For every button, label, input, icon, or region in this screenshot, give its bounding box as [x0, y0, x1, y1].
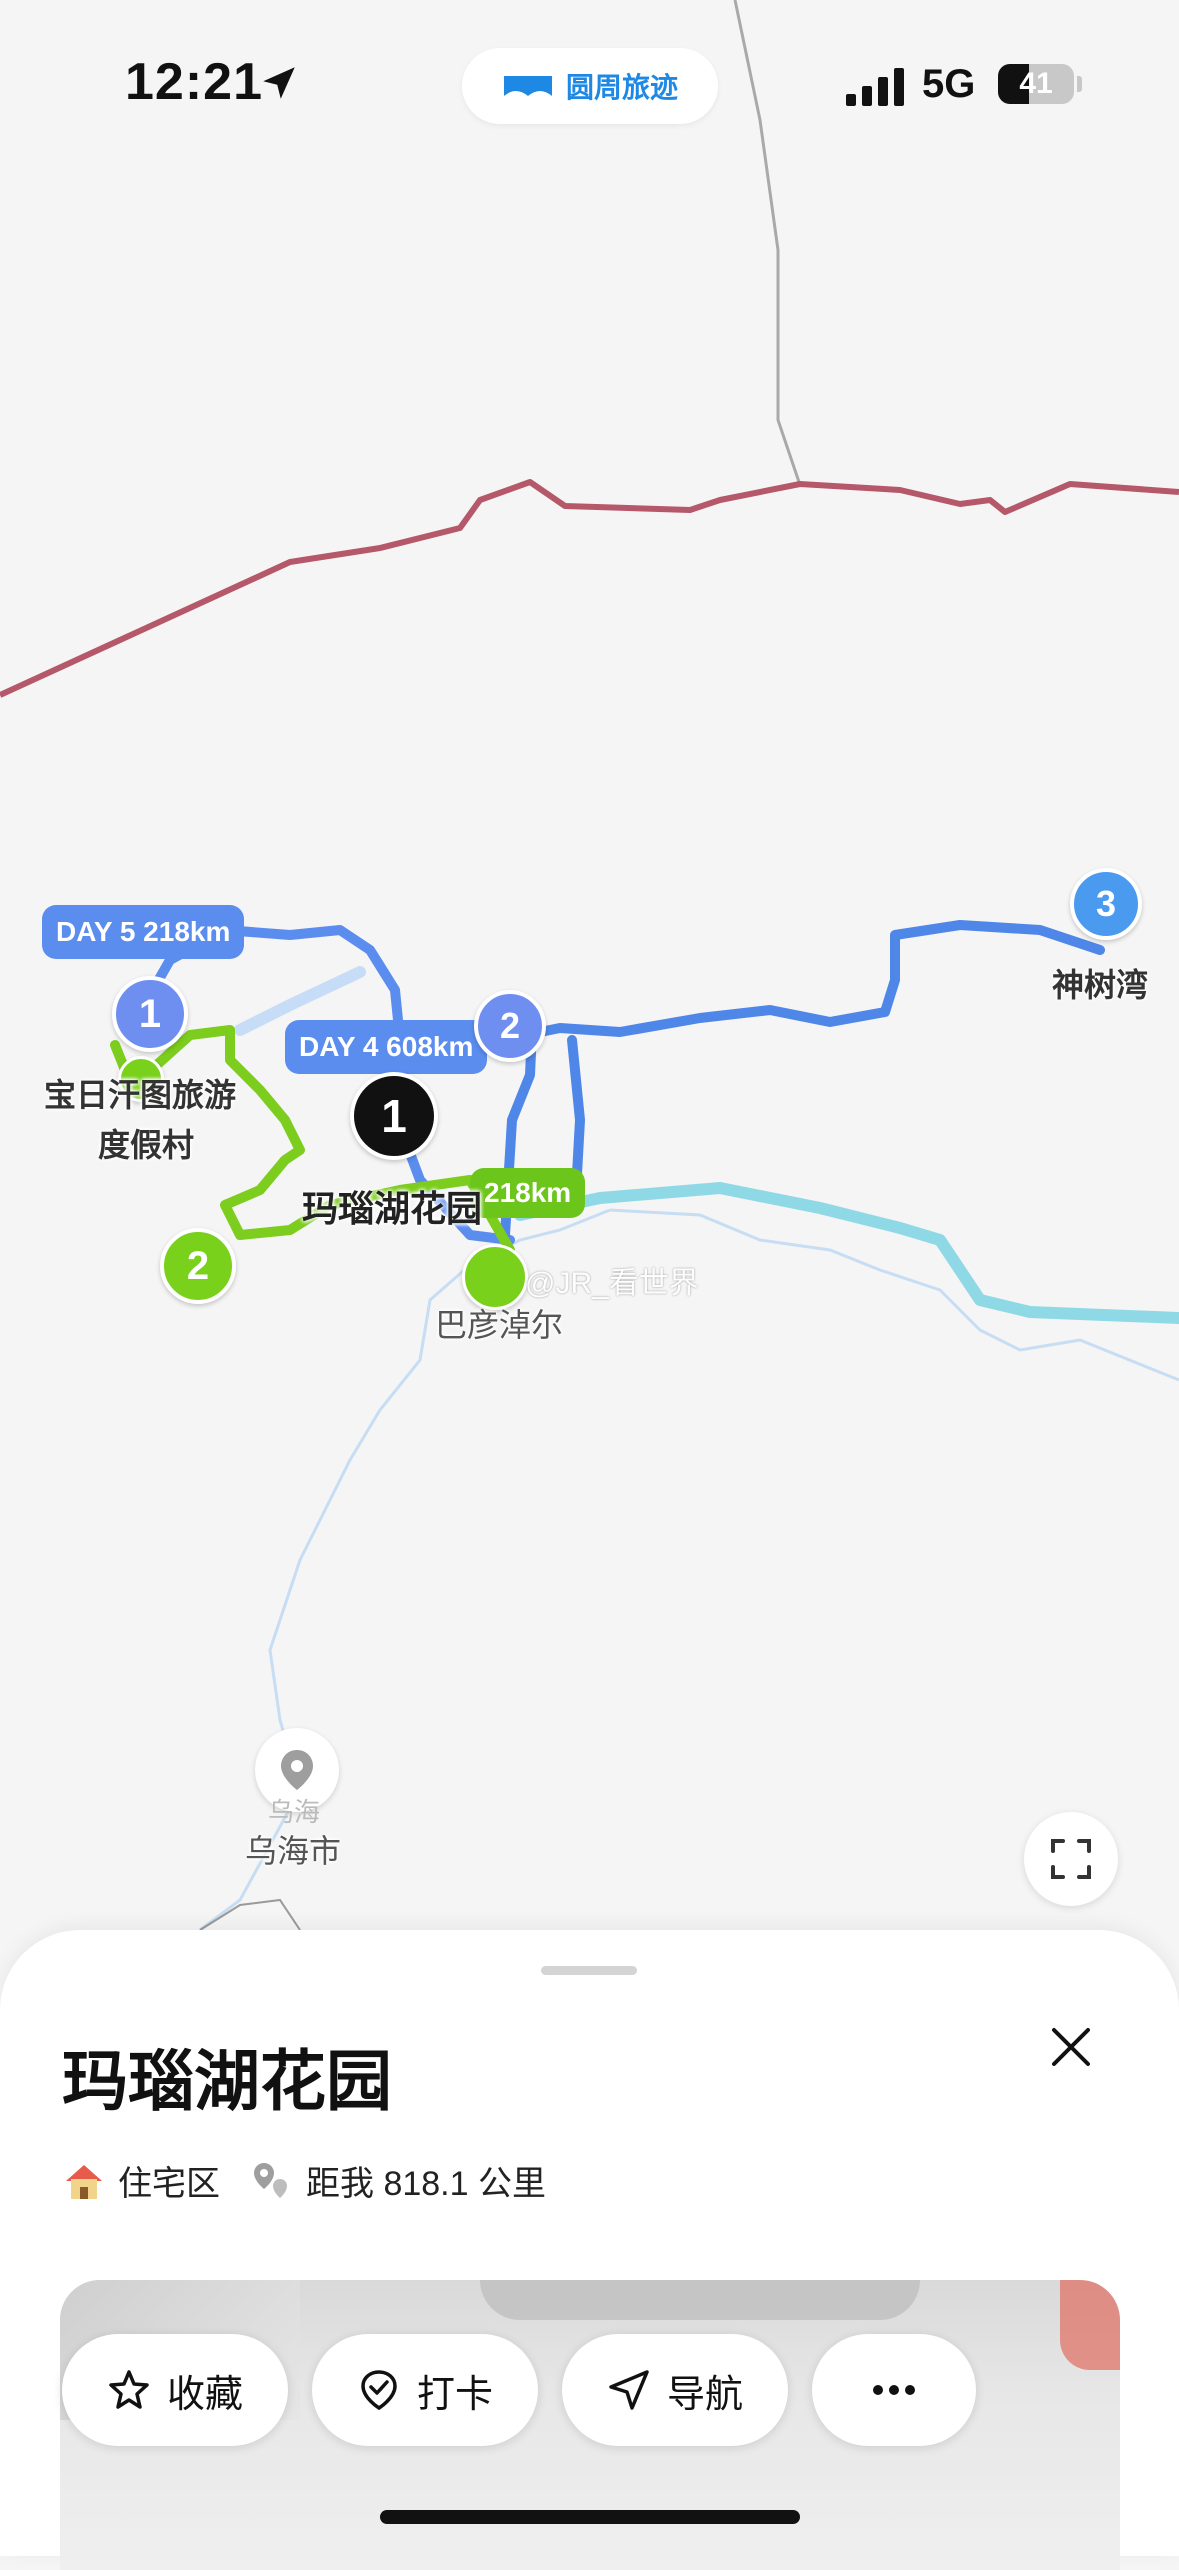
red-border-line [0, 479, 1179, 698]
photo-car [480, 2280, 920, 2320]
location-arrow-icon [263, 67, 295, 99]
checkin-button[interactable]: 打卡 [312, 2334, 538, 2446]
check-badge-icon [361, 2370, 397, 2411]
app-logo-icon [503, 76, 552, 96]
place-label-bayannur: 巴彦淖尔 [435, 1307, 564, 1343]
navigate-button[interactable]: 导航 [562, 2334, 788, 2446]
place-label-resort: 宝日汗图旅游 [44, 1077, 237, 1113]
place-label-garden: 玛瑙湖花园 [302, 1188, 483, 1229]
navigate-label: 导航 [666, 2373, 743, 2416]
network-type: 5G [922, 62, 976, 106]
day-marker[interactable]: 3 [1070, 868, 1142, 940]
place-meta-row: 住宅区 距我 818.1 公里 [62, 2156, 546, 2205]
place-category: 住宅区 [118, 2165, 220, 2203]
checkin-label: 打卡 [416, 2373, 493, 2416]
place-label-resort-line2: 度假村 [98, 1127, 195, 1163]
sheet-grabber[interactable] [541, 1966, 637, 1975]
more-button[interactable] [812, 2334, 976, 2446]
day-marker[interactable]: 2 [160, 1228, 236, 1304]
star-icon [109, 2370, 149, 2409]
battery-nub [1077, 76, 1082, 92]
status-bar: 12:21 圆周旅迹 5G 41 [0, 0, 1179, 170]
selected-marker[interactable]: 1 [350, 1072, 438, 1160]
place-title: 玛瑙湖花园 [62, 2044, 392, 2118]
day-marker[interactable]: 2 [474, 990, 546, 1062]
photo-red-object [1060, 2280, 1120, 2370]
house-icon [66, 2164, 102, 2199]
day-label[interactable]: DAY 4 608km [285, 1020, 488, 1074]
favorite-button[interactable]: 收藏 [62, 2334, 288, 2446]
fullscreen-button[interactable] [1024, 1812, 1118, 1906]
more-icon [873, 2385, 915, 2395]
app-indicator-pill[interactable]: 圆周旅迹 [462, 48, 718, 124]
close-icon[interactable] [1040, 2016, 1102, 2078]
app-name: 圆周旅迹 [565, 72, 678, 103]
battery-icon: 41 [998, 64, 1074, 104]
grey-road-bottom [199, 1898, 301, 1931]
favorite-label: 收藏 [166, 2373, 243, 2416]
place-label-wuhai: 乌海市 [245, 1833, 342, 1869]
day-label[interactable]: 218km [470, 1168, 586, 1218]
fullscreen-icon [1051, 1839, 1091, 1879]
distance-pin-icon [254, 2162, 287, 2198]
place-label-shenshuwan: 神树湾 [1052, 967, 1149, 1003]
watermark-text: @JR_看世界 [525, 1267, 699, 1300]
battery-level: 41 [1019, 67, 1053, 100]
place-distance: 距我 818.1 公里 [306, 2165, 546, 2203]
day-label[interactable]: DAY 5 218km [42, 905, 245, 959]
route-blue-east [495, 920, 1105, 1045]
clock-time: 12:21 [125, 53, 263, 111]
place-detail-sheet: 玛瑙湖花园 住宅区 距我 818.1 公里 [0, 1930, 1179, 2570]
location-pin-icon [281, 1750, 313, 1790]
navigate-icon [609, 2370, 649, 2410]
action-bar: 收藏 打卡 导航 [62, 2334, 976, 2446]
signal-bars-icon [846, 68, 904, 106]
city-sub-label: 乌海 [268, 1797, 321, 1827]
home-indicator[interactable] [380, 2510, 800, 2524]
day-marker[interactable]: 1 [112, 976, 188, 1052]
